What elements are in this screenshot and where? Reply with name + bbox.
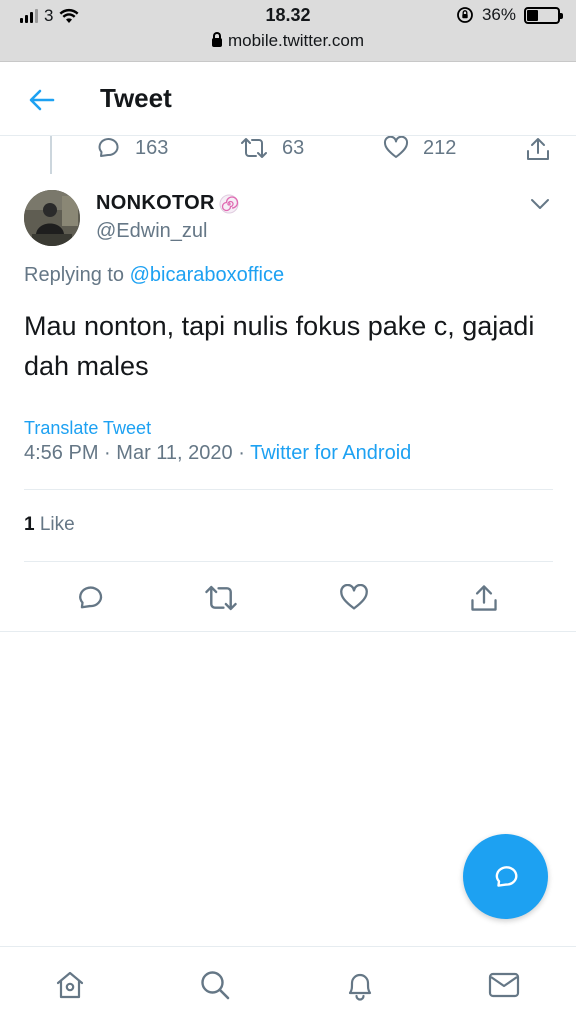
home-icon bbox=[56, 971, 84, 999]
url-bar[interactable]: mobile.twitter.com bbox=[0, 31, 576, 51]
like-count: 1 bbox=[24, 514, 35, 535]
retweet-icon bbox=[205, 585, 237, 611]
meta-separator: · bbox=[238, 442, 245, 464]
share-icon bbox=[527, 138, 549, 160]
page-title: Tweet bbox=[100, 83, 172, 113]
nav-messages[interactable] bbox=[484, 965, 524, 1005]
translate-tweet-link[interactable]: Translate Tweet bbox=[24, 418, 151, 439]
like-button[interactable] bbox=[336, 580, 372, 616]
fish-cake-emoji-icon bbox=[219, 194, 239, 213]
replying-prefix: Replying to bbox=[24, 264, 125, 286]
parent-like-count: 212 bbox=[423, 136, 457, 159]
parent-reply-count: 163 bbox=[135, 136, 169, 159]
display-name-text: NONKOTOR bbox=[96, 192, 215, 214]
meta-separator: · bbox=[104, 442, 111, 464]
back-button[interactable] bbox=[22, 82, 62, 118]
tweet-meta: 4:56 PM · Mar 11, 2020 · Twitter for And… bbox=[24, 442, 411, 465]
tweet-client-link[interactable]: Twitter for Android bbox=[250, 442, 411, 464]
browser-chrome: 3 18.32 36% mobile.twitter.com bbox=[0, 0, 576, 62]
page-header: Tweet bbox=[0, 62, 576, 136]
search-icon bbox=[201, 971, 230, 1000]
thread-line bbox=[50, 136, 52, 174]
avatar[interactable] bbox=[24, 190, 80, 246]
replying-to-link[interactable]: @bicaraboxoffice bbox=[130, 264, 284, 286]
bottom-nav bbox=[0, 946, 576, 1024]
compose-icon bbox=[495, 865, 517, 887]
reply-icon bbox=[98, 138, 119, 157]
nav-search[interactable] bbox=[195, 965, 235, 1005]
tweet-time: 4:56 PM bbox=[24, 442, 99, 464]
tweet-actions bbox=[0, 580, 576, 616]
divider bbox=[24, 489, 553, 490]
bell-icon bbox=[348, 973, 372, 1001]
tweet-date: Mar 11, 2020 bbox=[116, 442, 233, 464]
retweet-icon bbox=[241, 138, 267, 158]
heart-icon bbox=[340, 584, 368, 610]
user-handle[interactable]: @Edwin_zul bbox=[96, 220, 207, 243]
like-label: Like bbox=[39, 514, 75, 535]
avatar-image bbox=[24, 190, 80, 246]
orientation-lock-icon bbox=[457, 7, 473, 23]
reply-button[interactable] bbox=[72, 580, 108, 616]
chevron-down-icon bbox=[531, 199, 549, 209]
parent-retweet-button[interactable]: 63 bbox=[240, 136, 304, 160]
tweet-text: Mau nonton, tapi nulis fokus pake c, gaj… bbox=[24, 311, 535, 381]
url-text: mobile.twitter.com bbox=[227, 31, 365, 50]
parent-share-button[interactable] bbox=[525, 136, 551, 162]
share-icon bbox=[471, 585, 497, 611]
mail-icon bbox=[488, 972, 520, 998]
display-name[interactable]: NONKOTOR bbox=[96, 192, 239, 215]
parent-like-button[interactable]: 212 bbox=[383, 136, 456, 160]
retweet-button[interactable] bbox=[203, 580, 239, 616]
tweet-menu-button[interactable] bbox=[526, 192, 554, 216]
lock-icon bbox=[211, 32, 222, 47]
status-right: 36% bbox=[456, 5, 563, 25]
replying-to: Replying to @bicaraboxoffice bbox=[24, 264, 284, 287]
parent-retweet-count: 63 bbox=[282, 136, 305, 159]
share-button[interactable] bbox=[466, 580, 502, 616]
battery-icon bbox=[524, 6, 563, 24]
heart-icon bbox=[383, 136, 409, 158]
compose-fab-button[interactable] bbox=[463, 834, 548, 919]
like-count-link[interactable]: 1 Like bbox=[24, 514, 75, 536]
arrow-left-icon bbox=[29, 89, 55, 111]
nav-home[interactable] bbox=[50, 965, 90, 1005]
parent-tweet-actions: 163 63 212 bbox=[95, 136, 565, 164]
divider bbox=[24, 561, 553, 562]
battery-percent: 36% bbox=[481, 5, 516, 24]
parent-reply-button[interactable]: 163 bbox=[95, 136, 168, 160]
reply-icon bbox=[79, 586, 103, 609]
divider bbox=[0, 631, 576, 632]
nav-notifications[interactable] bbox=[340, 965, 380, 1005]
battery-fill bbox=[527, 9, 538, 21]
